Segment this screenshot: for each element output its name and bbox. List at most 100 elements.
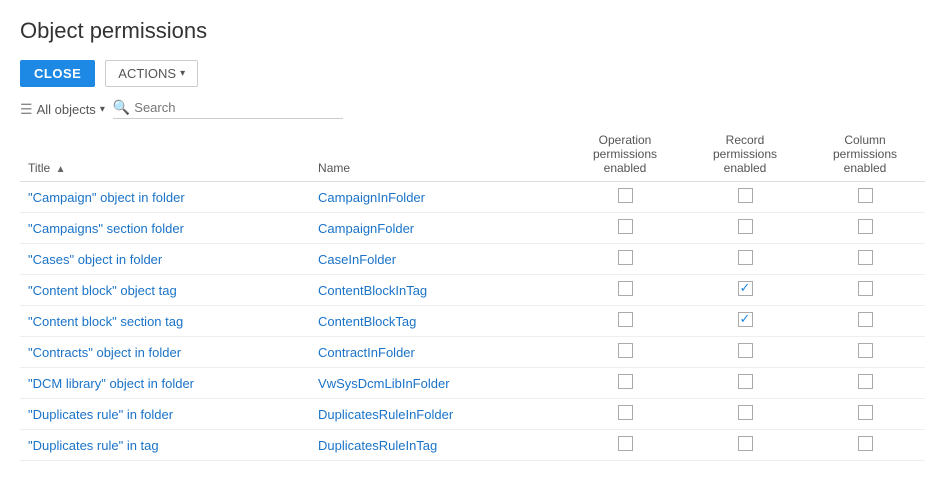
column-checkbox[interactable]	[858, 436, 873, 451]
column-checkbox[interactable]	[858, 374, 873, 389]
row-name[interactable]: DuplicatesRuleInTag	[310, 430, 565, 461]
row-operation-checkbox-cell	[565, 213, 685, 244]
column-checkbox[interactable]	[858, 281, 873, 296]
operation-checkbox[interactable]	[618, 343, 633, 358]
table-row: "Contracts" object in folderContractInFo…	[20, 337, 925, 368]
chevron-down-icon: ▾	[180, 68, 185, 79]
record-checkbox[interactable]	[738, 312, 753, 327]
row-column-checkbox-cell	[805, 399, 925, 430]
column-checkbox[interactable]	[858, 219, 873, 234]
all-objects-label: All objects	[37, 102, 96, 117]
close-button[interactable]: CLOSE	[20, 60, 95, 87]
column-checkbox[interactable]	[858, 405, 873, 420]
row-name[interactable]: CampaignInFolder	[310, 182, 565, 213]
row-name[interactable]: CaseInFolder	[310, 244, 565, 275]
row-column-checkbox-cell	[805, 182, 925, 213]
row-name[interactable]: CampaignFolder	[310, 213, 565, 244]
actions-label: ACTIONS	[118, 66, 176, 81]
row-title[interactable]: "Duplicates rule" in folder	[20, 399, 310, 430]
page-container: Object permissions CLOSE ACTIONS ▾ ☰ All…	[0, 0, 945, 471]
permissions-table: Title ▲ Name Operation permissions enabl…	[20, 127, 925, 461]
record-checkbox[interactable]	[738, 188, 753, 203]
row-name[interactable]: ContentBlockInTag	[310, 275, 565, 306]
row-operation-checkbox-cell	[565, 244, 685, 275]
row-operation-checkbox-cell	[565, 275, 685, 306]
row-column-checkbox-cell	[805, 213, 925, 244]
row-record-checkbox-cell	[685, 368, 805, 399]
row-column-checkbox-cell	[805, 275, 925, 306]
operation-checkbox[interactable]	[618, 188, 633, 203]
record-checkbox[interactable]	[738, 281, 753, 296]
row-operation-checkbox-cell	[565, 337, 685, 368]
table-header: Title ▲ Name Operation permissions enabl…	[20, 127, 925, 182]
row-title[interactable]: "Contracts" object in folder	[20, 337, 310, 368]
row-column-checkbox-cell	[805, 337, 925, 368]
record-checkbox[interactable]	[738, 405, 753, 420]
operation-checkbox[interactable]	[618, 281, 633, 296]
row-column-checkbox-cell	[805, 306, 925, 337]
row-title[interactable]: "Content block" object tag	[20, 275, 310, 306]
operation-checkbox[interactable]	[618, 374, 633, 389]
actions-button[interactable]: ACTIONS ▾	[105, 60, 198, 87]
row-title[interactable]: "Duplicates rule" in tag	[20, 430, 310, 461]
search-icon: 🔍	[113, 99, 130, 116]
record-checkbox[interactable]	[738, 343, 753, 358]
col-header-column: Column permissions enabled	[805, 127, 925, 182]
column-checkbox[interactable]	[858, 188, 873, 203]
table-row: "Cases" object in folderCaseInFolder	[20, 244, 925, 275]
row-column-checkbox-cell	[805, 430, 925, 461]
row-name[interactable]: DuplicatesRuleInFolder	[310, 399, 565, 430]
col-header-operation: Operation permissions enabled	[565, 127, 685, 182]
row-name[interactable]: VwSysDcmLibInFolder	[310, 368, 565, 399]
menu-icon: ☰	[20, 101, 33, 118]
row-record-checkbox-cell	[685, 430, 805, 461]
row-operation-checkbox-cell	[565, 399, 685, 430]
record-checkbox[interactable]	[738, 219, 753, 234]
row-title[interactable]: "Campaign" object in folder	[20, 182, 310, 213]
row-name[interactable]: ContractInFolder	[310, 337, 565, 368]
row-record-checkbox-cell	[685, 182, 805, 213]
all-objects-button[interactable]: ☰ All objects ▾	[20, 101, 105, 118]
col-header-record: Record permissions enabled	[685, 127, 805, 182]
row-operation-checkbox-cell	[565, 368, 685, 399]
table-row: "Duplicates rule" in folderDuplicatesRul…	[20, 399, 925, 430]
column-checkbox[interactable]	[858, 250, 873, 265]
operation-checkbox[interactable]	[618, 219, 633, 234]
row-record-checkbox-cell	[685, 213, 805, 244]
table-row: "Campaign" object in folderCampaignInFol…	[20, 182, 925, 213]
sort-icon: ▲	[56, 164, 66, 175]
row-record-checkbox-cell	[685, 306, 805, 337]
record-checkbox[interactable]	[738, 250, 753, 265]
operation-checkbox[interactable]	[618, 312, 633, 327]
record-checkbox[interactable]	[738, 436, 753, 451]
col-header-name: Name	[310, 127, 565, 182]
table-row: "Campaigns" section folderCampaignFolder	[20, 213, 925, 244]
toolbar: CLOSE ACTIONS ▾	[20, 60, 925, 87]
row-column-checkbox-cell	[805, 368, 925, 399]
row-operation-checkbox-cell	[565, 430, 685, 461]
search-box: 🔍	[113, 99, 343, 119]
operation-checkbox[interactable]	[618, 405, 633, 420]
row-column-checkbox-cell	[805, 244, 925, 275]
row-record-checkbox-cell	[685, 275, 805, 306]
row-title[interactable]: "Cases" object in folder	[20, 244, 310, 275]
row-operation-checkbox-cell	[565, 182, 685, 213]
operation-checkbox[interactable]	[618, 436, 633, 451]
row-title[interactable]: "Campaigns" section folder	[20, 213, 310, 244]
chevron-down-icon: ▾	[100, 104, 105, 115]
row-title[interactable]: "Content block" section tag	[20, 306, 310, 337]
record-checkbox[interactable]	[738, 374, 753, 389]
table-row: "Content block" section tagContentBlockT…	[20, 306, 925, 337]
column-checkbox[interactable]	[858, 312, 873, 327]
row-title[interactable]: "DCM library" object in folder	[20, 368, 310, 399]
row-name[interactable]: ContentBlockTag	[310, 306, 565, 337]
operation-checkbox[interactable]	[618, 250, 633, 265]
search-input[interactable]	[134, 100, 334, 115]
filter-bar: ☰ All objects ▾ 🔍	[20, 99, 925, 119]
column-checkbox[interactable]	[858, 343, 873, 358]
row-record-checkbox-cell	[685, 244, 805, 275]
table-row: "Content block" object tagContentBlockIn…	[20, 275, 925, 306]
col-header-title: Title ▲	[20, 127, 310, 182]
row-operation-checkbox-cell	[565, 306, 685, 337]
row-record-checkbox-cell	[685, 399, 805, 430]
